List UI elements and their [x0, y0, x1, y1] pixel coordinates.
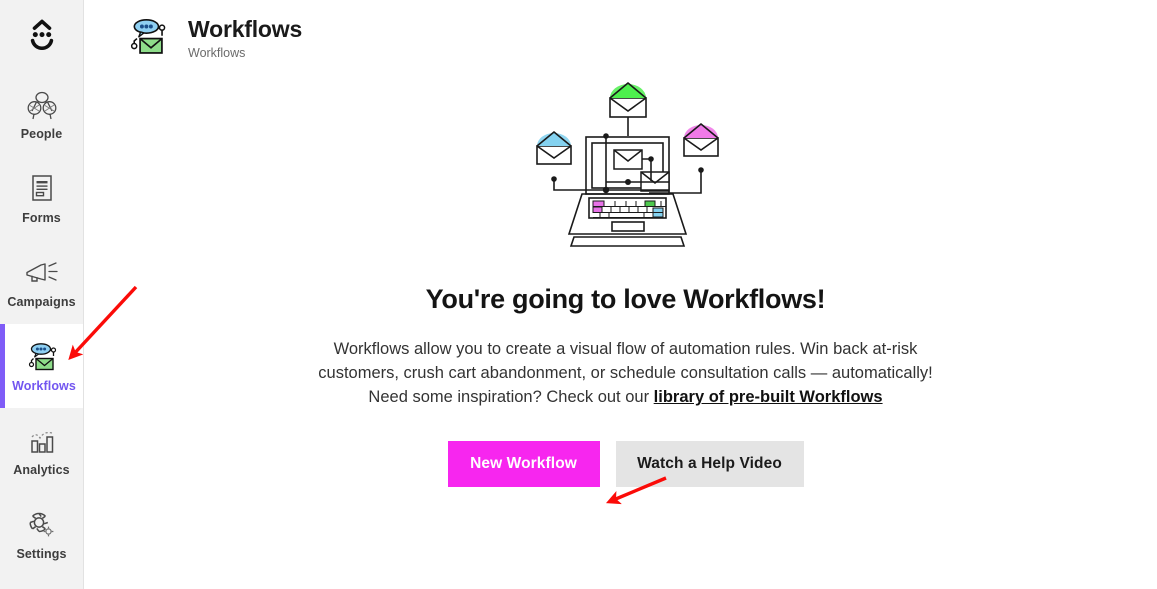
sidebar-item-analytics[interactable]: Analytics — [0, 408, 83, 492]
brand-logo[interactable] — [0, 0, 83, 72]
empty-state-title: You're going to love Workflows! — [425, 284, 826, 314]
empty-state-description: Workflows allow you to create a visual f… — [311, 337, 941, 409]
new-workflow-button[interactable]: New Workflow — [447, 441, 600, 487]
sidebar-item-workflows[interactable]: Workflows — [0, 324, 83, 408]
prebuilt-workflows-link[interactable]: library of pre-built Workflows — [654, 388, 883, 406]
forms-icon — [27, 172, 57, 206]
bar-chart-icon — [26, 424, 58, 458]
app-root: People Forms Campaigns Workflows Analyti… — [0, 0, 1157, 589]
laptop-workflow-illustration-icon — [535, 82, 719, 247]
gear-icon — [25, 508, 59, 542]
sidebar-item-forms[interactable]: Forms — [0, 156, 83, 240]
sidebar-item-label: Campaigns — [7, 294, 76, 309]
megaphone-icon — [23, 256, 61, 290]
page-subtitle: Workflows — [188, 45, 246, 60]
sidebar-item-people[interactable]: People — [0, 72, 83, 156]
empty-state-actions: New Workflow Watch a Help Video — [311, 441, 941, 487]
page-header: Workflows Workflows — [84, 0, 1157, 64]
sidebar-item-label: Analytics — [13, 462, 70, 477]
sidebar-item-campaigns[interactable]: Campaigns — [0, 240, 83, 324]
workflows-icon — [128, 15, 174, 61]
sidebar-item-label: Settings — [16, 546, 67, 561]
workflows-icon — [26, 340, 62, 374]
page-title: Workflows — [188, 16, 303, 43]
watch-help-video-button[interactable]: Watch a Help Video — [615, 441, 804, 487]
sidebar-item-label: Forms — [22, 210, 61, 225]
sidebar: People Forms Campaigns Workflows Analyti… — [0, 0, 84, 589]
people-icon — [25, 88, 59, 122]
activecampaign-smiley-logo-icon — [30, 19, 53, 50]
page-header-text: Workflows Workflows — [188, 16, 302, 59]
sidebar-item-label: People — [20, 126, 63, 141]
sidebar-item-settings[interactable]: Settings — [0, 492, 83, 576]
sidebar-item-label: Workflows — [12, 378, 76, 393]
workflows-empty-state: You're going to love Workflows! Workflow… — [301, 80, 941, 487]
main-content: Workflows Workflows You're going to love… — [84, 0, 1157, 589]
